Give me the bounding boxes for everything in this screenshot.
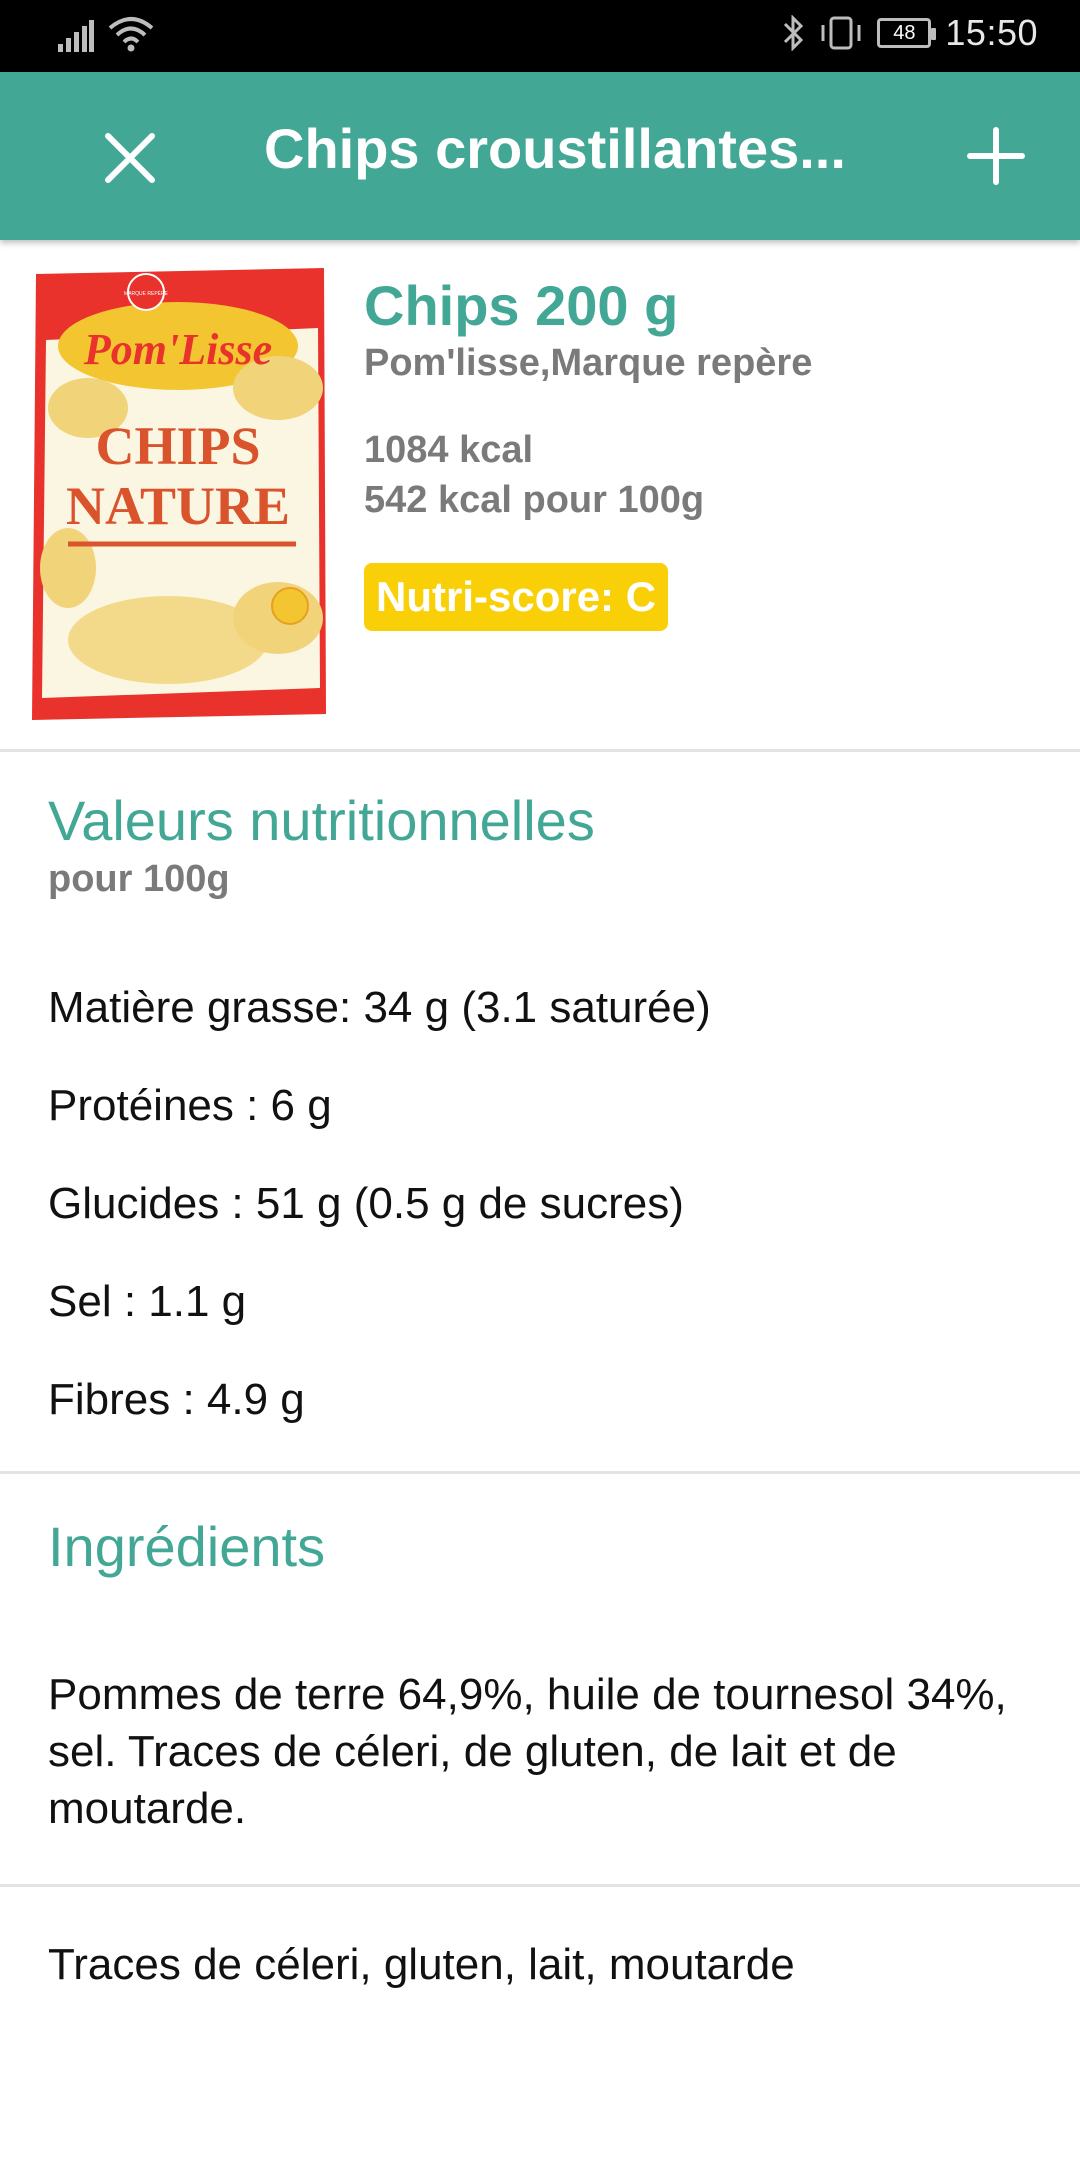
package-line-1: CHIPS xyxy=(95,416,260,476)
kcal-total: 1084 kcal xyxy=(364,429,534,471)
battery-level: 48 xyxy=(893,21,916,44)
battery-icon: 48 xyxy=(877,18,937,48)
divider xyxy=(0,1471,1080,1474)
page-title: Chips croustillantes... xyxy=(264,117,846,180)
status-bar: 48 15:50 xyxy=(0,0,1080,72)
package-brand-logo: Pom'Lisse xyxy=(83,325,272,374)
close-icon xyxy=(105,133,155,183)
nutrition-item-salt: Sel : 1.1 g xyxy=(48,1277,247,1326)
add-button[interactable] xyxy=(964,124,1028,188)
divider xyxy=(0,749,1080,752)
nutrition-title: Valeurs nutritionnelles xyxy=(48,789,595,852)
nutrition-item-fiber: Fibres : 4.9 g xyxy=(48,1375,305,1424)
signal-icon xyxy=(58,20,94,52)
vibrate-icon xyxy=(821,16,861,50)
clock: 15:50 xyxy=(945,12,1038,53)
app-bar: Chips croustillantes... xyxy=(0,72,1080,240)
nutrition-item-carbs: Glucides : 51 g (0.5 g de sucres) xyxy=(48,1179,684,1228)
package-seal: MARQUE REPÈRE xyxy=(124,290,169,297)
product-info: Chips 200 g Pom'lisse,Marque repère 1084… xyxy=(364,272,812,631)
nutri-score-badge: Nutri-score: C xyxy=(364,563,669,631)
ingredients-text: Pommes de terre 64,9%, huile de tourneso… xyxy=(48,1670,1007,1833)
divider xyxy=(0,1884,1080,1887)
ingredients-title: Ingrédients xyxy=(48,1515,326,1578)
status-right: 48 15:50 xyxy=(781,12,1038,54)
status-left xyxy=(58,16,154,52)
nutrition-item-protein: Protéines : 6 g xyxy=(48,1081,332,1130)
product-brand: Pom'lisse,Marque repère xyxy=(364,342,813,384)
nutrition-list: Matière grasse: 34 g (3.1 saturée) Proté… xyxy=(48,980,711,1470)
wifi-icon xyxy=(108,17,154,52)
close-button[interactable] xyxy=(98,126,162,190)
nutrition-item-fat: Matière grasse: 34 g (3.1 saturée) xyxy=(48,983,711,1032)
bluetooth-icon xyxy=(784,15,804,51)
plus-icon xyxy=(967,127,1025,185)
nutrition-subtitle: pour 100g xyxy=(48,858,230,900)
package-line-2: NATURE xyxy=(66,476,290,536)
product-name: Chips 200 g xyxy=(364,274,679,337)
kcal-per-100g: 542 kcal pour 100g xyxy=(364,479,705,521)
product-image: MARQUE REPÈRE Pom'Lisse CHIPS NATURE xyxy=(32,268,326,720)
traces-text: Traces de céleri, gluten, lait, moutarde xyxy=(48,1940,795,1989)
